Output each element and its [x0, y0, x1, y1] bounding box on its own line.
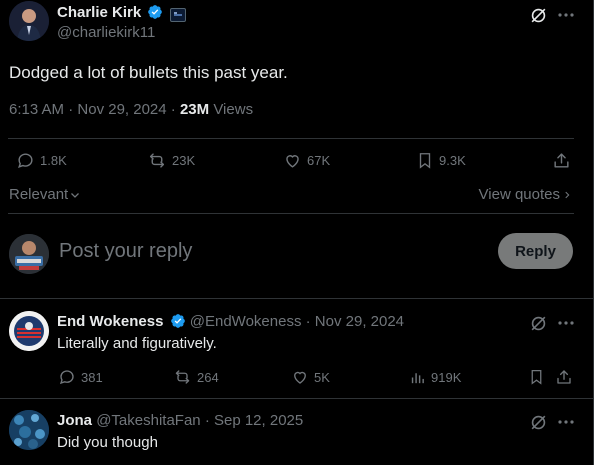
- author-avatar[interactable]: [9, 1, 49, 41]
- bookmark-button[interactable]: 9.3K: [416, 150, 466, 170]
- meta-separator: ·: [204, 412, 210, 429]
- chevron-down-icon: [69, 189, 81, 201]
- tweet-date[interactable]: Nov 29, 2024: [77, 101, 166, 118]
- share-icon: [555, 368, 573, 386]
- reply-count: 1.8K: [40, 152, 67, 168]
- reply-views-button[interactable]: 919K: [409, 367, 461, 387]
- reply-author-name[interactable]: Jona: [57, 412, 92, 429]
- share-button[interactable]: [551, 150, 571, 170]
- author-handle[interactable]: @charliekirk11: [57, 24, 155, 42]
- reply-input[interactable]: Post your reply: [59, 239, 479, 263]
- like-count: 5K: [314, 369, 330, 385]
- reply-date[interactable]: Sep 12, 2025: [214, 412, 303, 429]
- chevron-right-icon: [562, 189, 572, 201]
- reply-repost-button[interactable]: 264: [173, 367, 219, 387]
- reply-button[interactable]: 1.8K: [16, 150, 67, 170]
- reply-submit-button[interactable]: Reply: [498, 233, 573, 269]
- grok-icon[interactable]: [528, 313, 548, 333]
- meta-separator: ·: [305, 313, 311, 330]
- share-icon: [552, 151, 571, 170]
- reply-avatar[interactable]: [9, 311, 49, 351]
- reply-share-button[interactable]: [554, 367, 574, 387]
- views-label: Views: [213, 101, 254, 118]
- bookmark-icon: [416, 151, 434, 170]
- reply-text: Did you though: [57, 434, 158, 451]
- reply-date[interactable]: Nov 29, 2024: [315, 313, 404, 330]
- views-count: 23M: [179, 101, 210, 118]
- more-icon[interactable]: [556, 5, 576, 25]
- divider: [0, 298, 594, 299]
- bookmark-count: 9.3K: [439, 152, 466, 168]
- reply-text: Literally and figuratively.: [57, 335, 217, 352]
- more-icon[interactable]: [556, 412, 576, 432]
- user-avatar[interactable]: [9, 234, 49, 274]
- reply-bookmark-button[interactable]: [526, 367, 546, 387]
- author-name[interactable]: Charlie Kirk: [57, 4, 141, 21]
- reply-avatar[interactable]: [9, 410, 49, 450]
- reply-author-handle[interactable]: @EndWokeness: [190, 313, 302, 330]
- repost-count: 23K: [172, 152, 196, 168]
- like-button[interactable]: 67K: [283, 150, 330, 170]
- repost-icon: [147, 151, 167, 170]
- reply-author-name[interactable]: End Wokeness: [57, 313, 163, 330]
- repost-count: 264: [197, 369, 219, 385]
- view-quotes-link[interactable]: View quotes: [479, 186, 572, 204]
- meta-separator: ·: [68, 101, 74, 118]
- reply-icon: [58, 368, 76, 386]
- reply-author-handle[interactable]: @TakeshitaFan: [96, 412, 200, 429]
- reply-like-button[interactable]: 5K: [291, 367, 330, 387]
- tweet-meta: 6:13 AM · Nov 29, 2024 · 23M Views: [9, 101, 253, 119]
- like-count: 67K: [307, 152, 331, 168]
- reply-count: 381: [81, 369, 103, 385]
- tweet-time[interactable]: 6:13 AM: [9, 101, 64, 118]
- grok-icon[interactable]: [528, 412, 548, 432]
- tweet-text: Dodged a lot of bullets this past year.: [9, 63, 288, 82]
- affiliate-badge-icon[interactable]: [169, 8, 186, 22]
- reply-reply-button[interactable]: 381: [58, 367, 103, 387]
- repost-icon: [173, 368, 192, 386]
- divider: [0, 398, 594, 399]
- verified-icon: [170, 313, 186, 329]
- sort-dropdown[interactable]: Relevant: [9, 186, 81, 204]
- like-icon: [291, 368, 309, 386]
- reply-icon: [16, 151, 35, 170]
- like-icon: [283, 151, 302, 170]
- grok-icon[interactable]: [528, 5, 548, 25]
- sort-label: Relevant: [9, 186, 69, 203]
- meta-separator: ·: [170, 101, 176, 118]
- repost-button[interactable]: 23K: [147, 150, 195, 170]
- bookmark-icon: [528, 368, 545, 386]
- more-icon[interactable]: [556, 313, 576, 333]
- divider: [8, 213, 574, 214]
- views-icon: [409, 369, 426, 386]
- divider: [8, 138, 574, 139]
- views-count: 919K: [431, 369, 462, 385]
- verified-icon: [147, 4, 163, 20]
- view-quotes-label: View quotes: [478, 186, 560, 203]
